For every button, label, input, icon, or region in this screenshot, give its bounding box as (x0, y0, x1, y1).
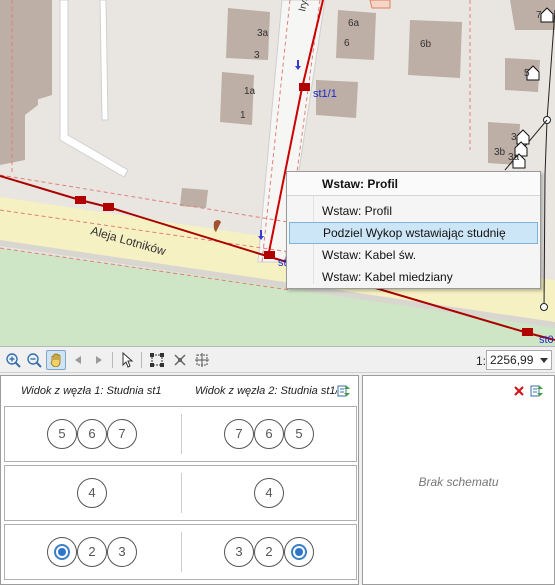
port-circle[interactable]: 3 (107, 537, 137, 567)
port-circle[interactable]: 5 (284, 419, 314, 449)
port-circle[interactable]: 7 (224, 419, 254, 449)
selected-radio-icon (291, 544, 307, 560)
port-circle[interactable]: 2 (77, 537, 107, 567)
panel-options-icon[interactable] (337, 384, 351, 398)
port-circle[interactable]: 6 (254, 419, 284, 449)
panel-options-icon[interactable] (530, 384, 544, 398)
port-circle[interactable]: 2 (254, 537, 284, 567)
pan-hand-icon[interactable] (46, 350, 66, 370)
port-circle[interactable]: 5 (47, 419, 77, 449)
menu-item-insert-fiber-cable[interactable]: Wstaw: Kabel św. (287, 244, 540, 266)
building-label: 3a (508, 152, 520, 163)
schema-panel: Brak schematu (362, 375, 555, 585)
port-circle-selected[interactable] (284, 537, 314, 567)
select-pointer-icon[interactable] (117, 350, 137, 370)
building-label: 3a (257, 28, 269, 39)
move-selection-icon[interactable] (192, 350, 212, 370)
node[interactable] (103, 203, 114, 211)
cable-row: 2 3 3 2 (4, 524, 357, 580)
node-label-st1-1: st1/1 (313, 88, 337, 100)
chevron-down-icon[interactable] (540, 358, 548, 363)
building-label: 6a (348, 18, 360, 29)
scale-value: 2256,99 (490, 353, 534, 367)
building-label: 6b (420, 39, 432, 50)
node-st0[interactable] (522, 328, 533, 336)
node-view-panel: Widok z węzła 1: Studnia st1 Widok z węz… (0, 375, 359, 585)
node-label-st0: st0 (539, 334, 554, 346)
building-label: 1 (240, 110, 246, 121)
node[interactable] (75, 196, 86, 204)
node-st1-1[interactable] (299, 83, 310, 91)
node-st1[interactable] (264, 251, 275, 259)
select-area-icon[interactable] (147, 350, 167, 370)
map-toolbar: 1: 2256,99 (0, 347, 555, 373)
port-circle[interactable]: 6 (77, 419, 107, 449)
building-label: 3 (254, 50, 260, 61)
port-circle-selected[interactable] (47, 537, 77, 567)
menu-item-insert-copper-cable[interactable]: Wstaw: Kabel miedziany (287, 266, 540, 288)
building-label: 7 (536, 10, 542, 21)
empty-schema-text: Brak schematu (418, 475, 499, 489)
context-menu-header: Wstaw: Profil (287, 172, 540, 196)
back-arrow-icon[interactable] (68, 350, 88, 370)
forward-arrow-icon[interactable] (89, 350, 109, 370)
port-circle[interactable]: 4 (254, 478, 284, 508)
zoom-in-icon[interactable] (3, 350, 23, 370)
map-view[interactable]: Aleja Lotników Irys 3a 3 1a 1 6a 6 6b 7 … (0, 0, 555, 347)
view1-title: Widok z węzła 1: Studnia st1 (21, 385, 162, 397)
building-label: 5 (524, 68, 530, 79)
cable-row: 5 6 7 7 6 5 (4, 406, 357, 462)
menu-item-insert-profile[interactable]: Wstaw: Profil (287, 200, 540, 222)
cable-row: 4 4 (4, 465, 357, 521)
scale-select[interactable]: 2256,99 (486, 350, 552, 370)
close-icon[interactable] (512, 384, 526, 398)
selected-radio-icon (54, 544, 70, 560)
port-circle[interactable]: 7 (107, 419, 137, 449)
menu-item-split-trench[interactable]: Podziel Wykop wstawiając studnię (289, 222, 538, 244)
port-circle[interactable]: 4 (77, 478, 107, 508)
building-label: 1a (244, 86, 256, 97)
building-label: 6 (344, 38, 350, 49)
building-label: 3b (494, 147, 506, 158)
view2-title: Widok z węzła 2: Studnia st1/ (195, 385, 337, 397)
zoom-out-icon[interactable] (24, 350, 44, 370)
context-menu: Wstaw: Profil Wstaw: Profil Podziel Wyko… (286, 171, 541, 289)
building-label: 3 (511, 132, 517, 143)
scale-label: 1: (476, 354, 487, 368)
port-circle[interactable]: 3 (224, 537, 254, 567)
delete-selection-icon[interactable] (170, 350, 190, 370)
